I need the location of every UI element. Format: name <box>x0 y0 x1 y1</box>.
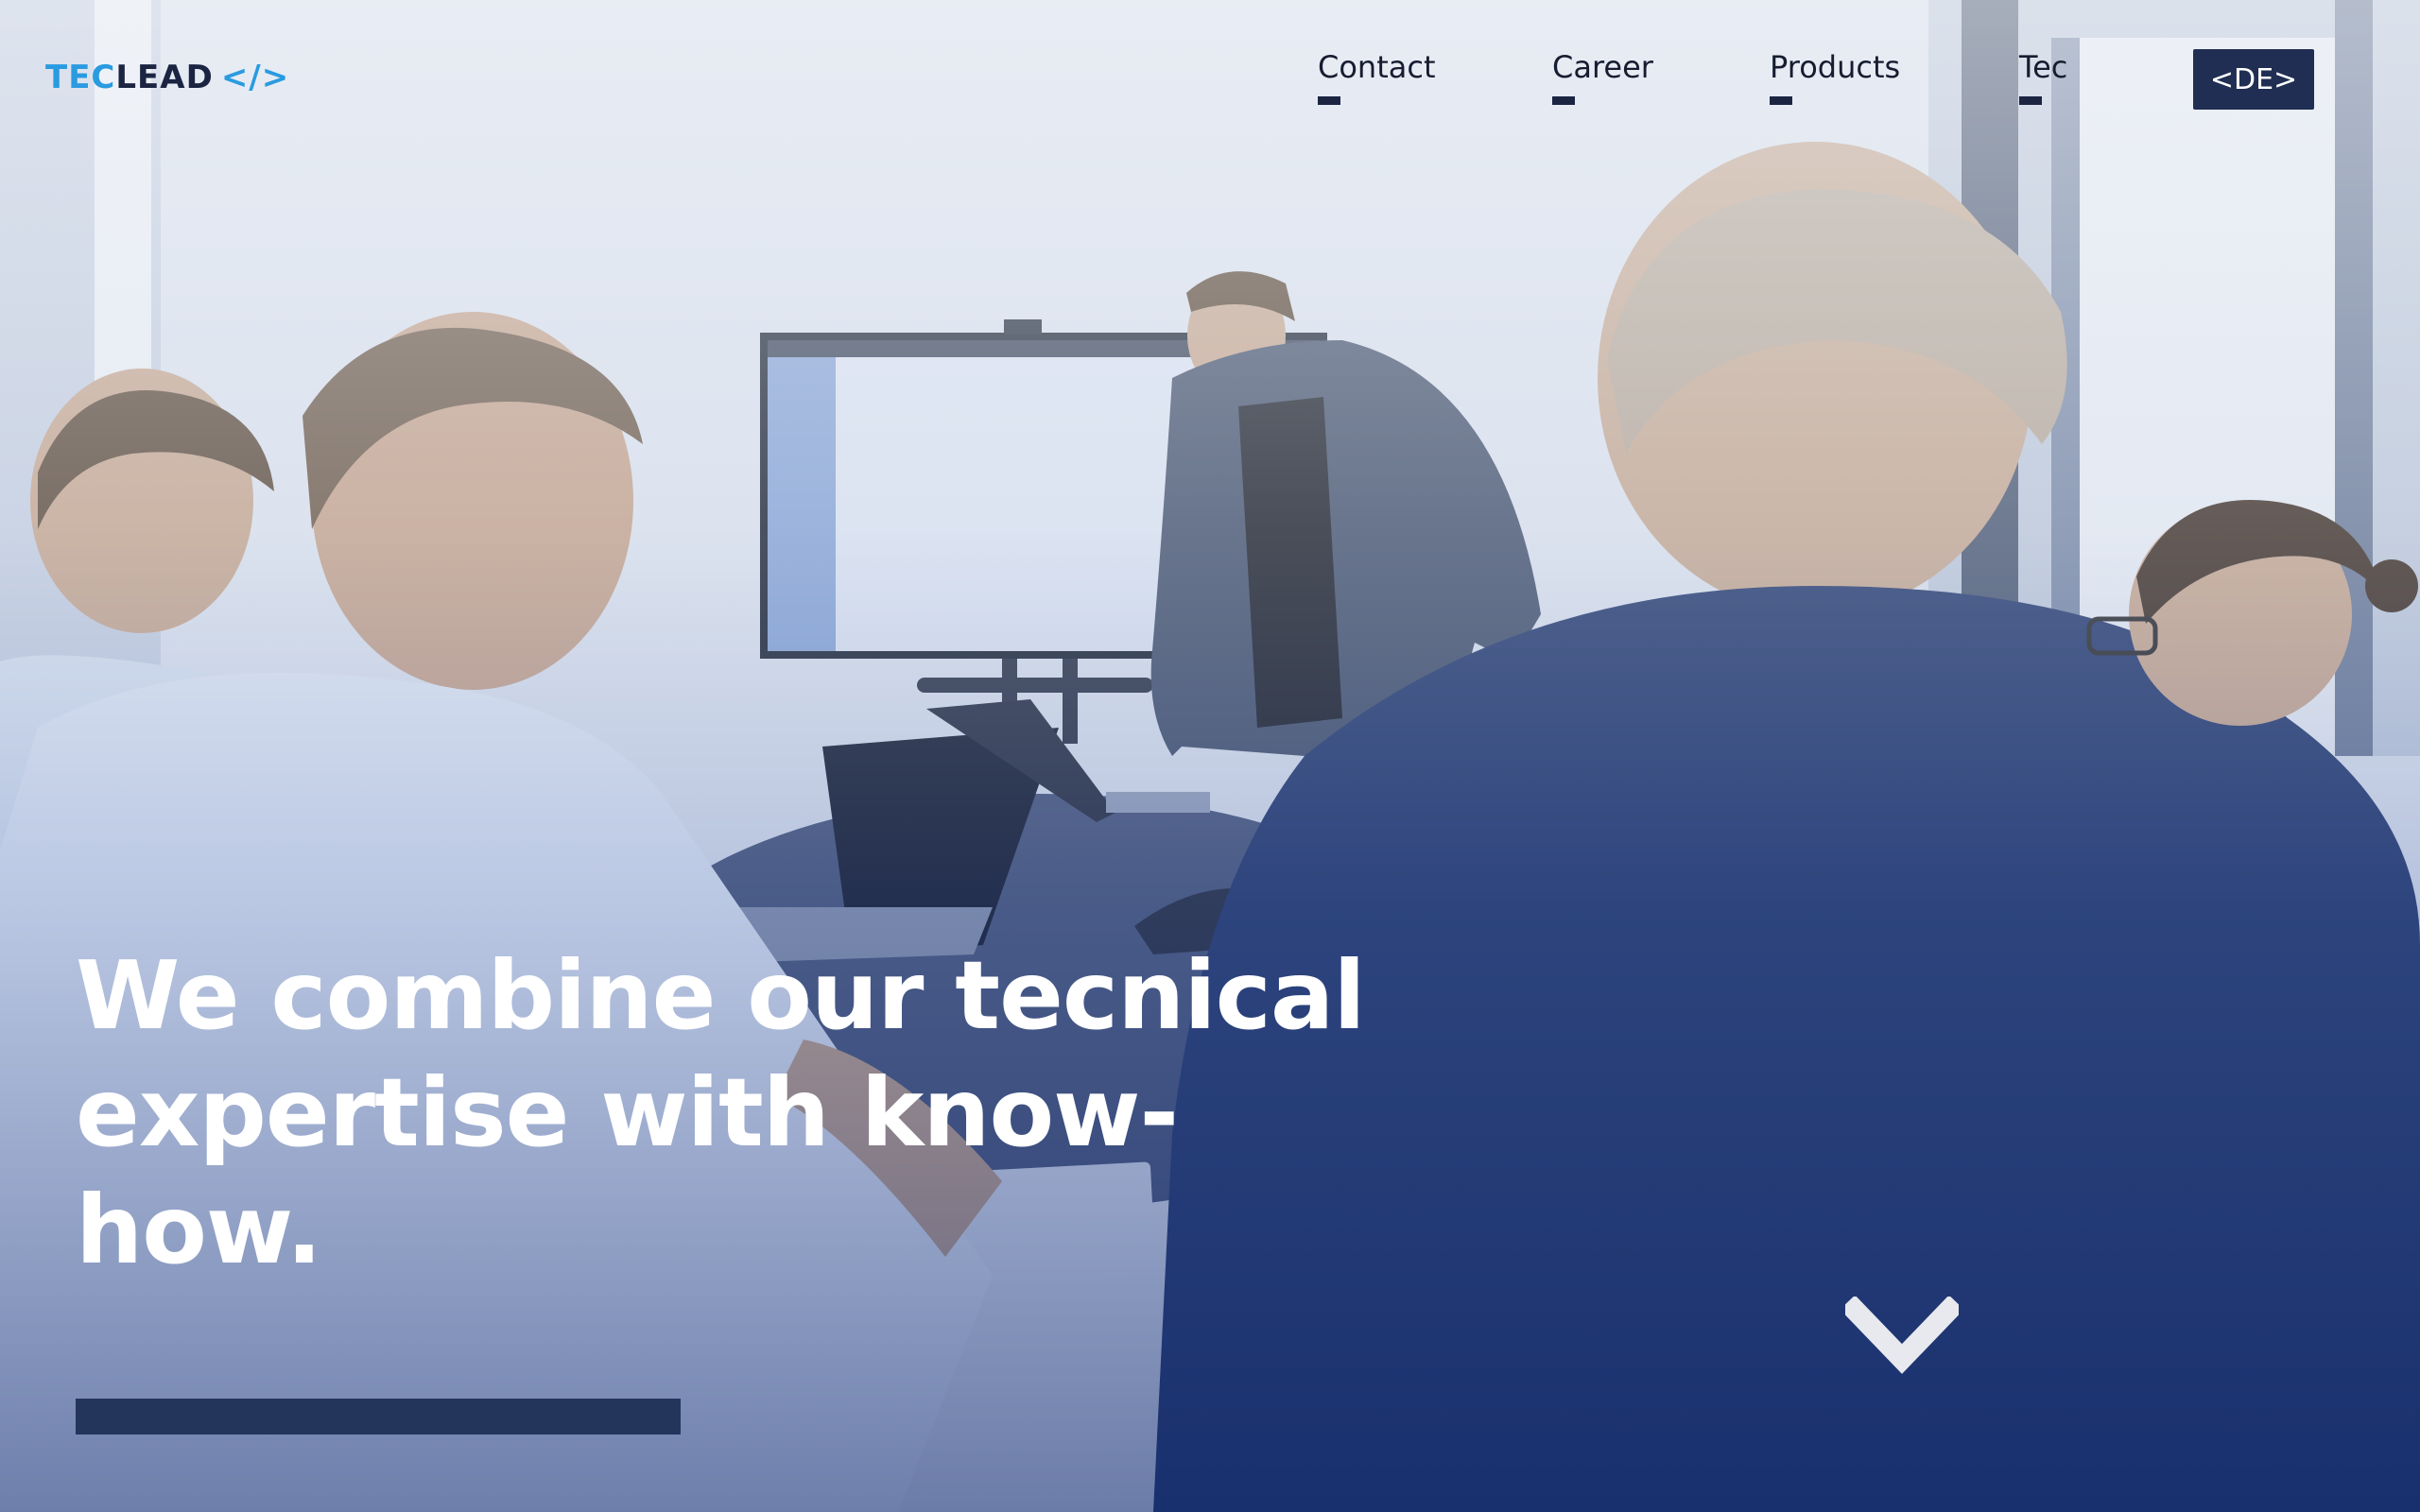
code-icon: </> <box>220 59 290 96</box>
nav-item-products[interactable]: Products <box>1770 49 1901 105</box>
headline-line: We combine our tecnical <box>76 940 1366 1051</box>
logo-text-tec: TEC <box>45 59 116 96</box>
teclead-logo[interactable]: TECLEAD </> <box>45 59 289 96</box>
nav-item-label: Career <box>1552 49 1653 85</box>
hero-headline: We combine our tecnical expertise with k… <box>76 937 1399 1289</box>
nav-item-indicator <box>2019 96 2042 105</box>
chevron-down-icon[interactable] <box>1845 1297 1959 1382</box>
slide-progress-bar <box>76 1399 681 1435</box>
nav-item-label: Tec <box>2019 49 2068 85</box>
nav-item-indicator <box>1552 96 1575 105</box>
headline-line: how. <box>76 1175 322 1285</box>
nav-item-label: Contact <box>1318 49 1436 85</box>
language-switch-button[interactable]: <DE> <box>2193 49 2314 110</box>
nav-item-tec[interactable]: Tec <box>2019 49 2068 105</box>
nav-item-label: Products <box>1770 49 1901 85</box>
hero-section: TECLEAD </> Contact Career Products Tec <… <box>0 0 2420 1512</box>
nav-item-contact[interactable]: Contact <box>1318 49 1436 105</box>
nav-item-career[interactable]: Career <box>1552 49 1653 105</box>
headline-line: expertise with know- <box>76 1057 1179 1168</box>
logo-text-lead: LEAD <box>115 59 214 96</box>
nav-item-indicator <box>1770 96 1792 105</box>
nav-item-indicator <box>1318 96 1340 105</box>
